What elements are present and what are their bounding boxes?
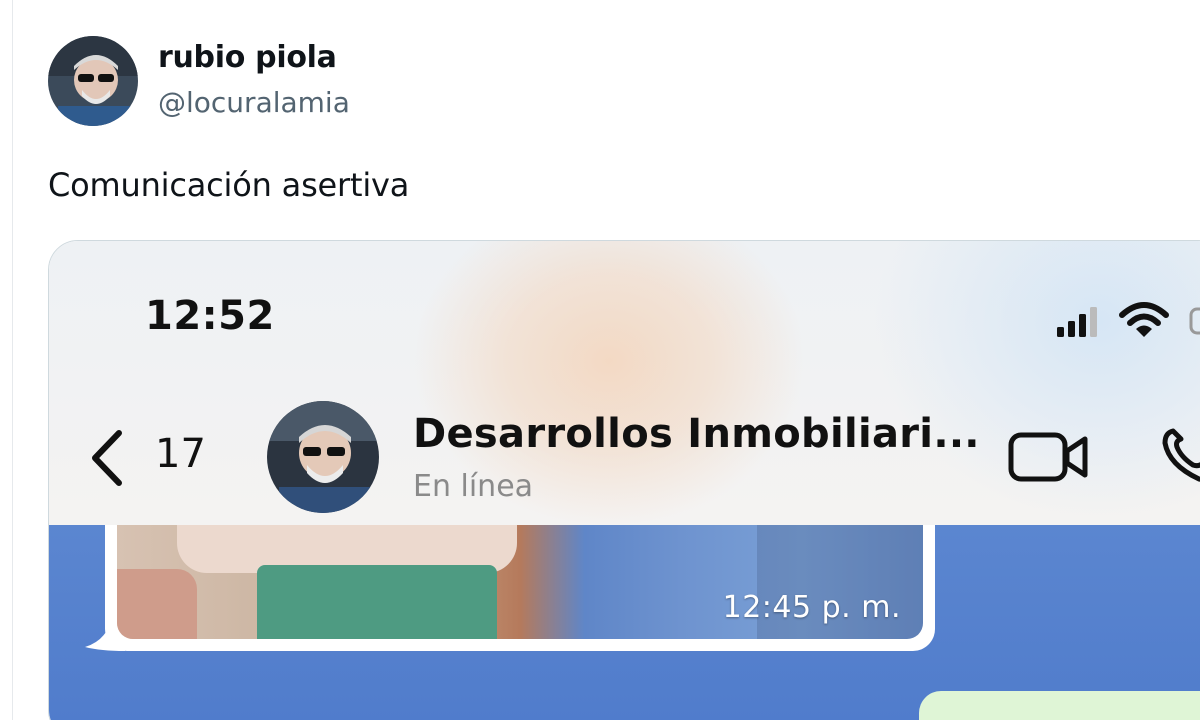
timeline-divider [12,0,13,720]
video-call-icon[interactable] [1007,429,1091,485]
status-bar-time: 12:52 [145,293,275,339]
photo-region [117,569,197,639]
outgoing-message-bubble[interactable] [919,691,1200,720]
author-avatar[interactable] [48,36,138,126]
chat-contact-status: En línea [413,469,534,504]
photo-region [257,565,497,639]
voice-call-icon[interactable] [1159,425,1200,485]
author-name[interactable]: rubio piola [158,40,337,75]
back-unread-count[interactable]: 17 [155,431,206,477]
tweet-text: Comunicación asertiva [48,166,410,204]
battery-icon [1189,307,1200,335]
contact-avatar[interactable] [267,401,379,513]
incoming-photo-message[interactable]: 12:45 p. m. [105,525,935,651]
tweet-media-image[interactable]: 12:52 17 Desarrollos Inmobiliari... En l… [48,240,1200,720]
message-timestamp: 12:45 p. m. [722,590,901,625]
chat-contact-name[interactable]: Desarrollos Inmobiliari... [413,411,980,457]
message-photo[interactable]: 12:45 p. m. [117,525,923,639]
author-handle[interactable]: @locuralamia [158,86,350,119]
wifi-icon [1119,302,1169,337]
back-chevron-icon[interactable] [87,429,127,487]
cellular-signal-icon [1057,307,1097,337]
